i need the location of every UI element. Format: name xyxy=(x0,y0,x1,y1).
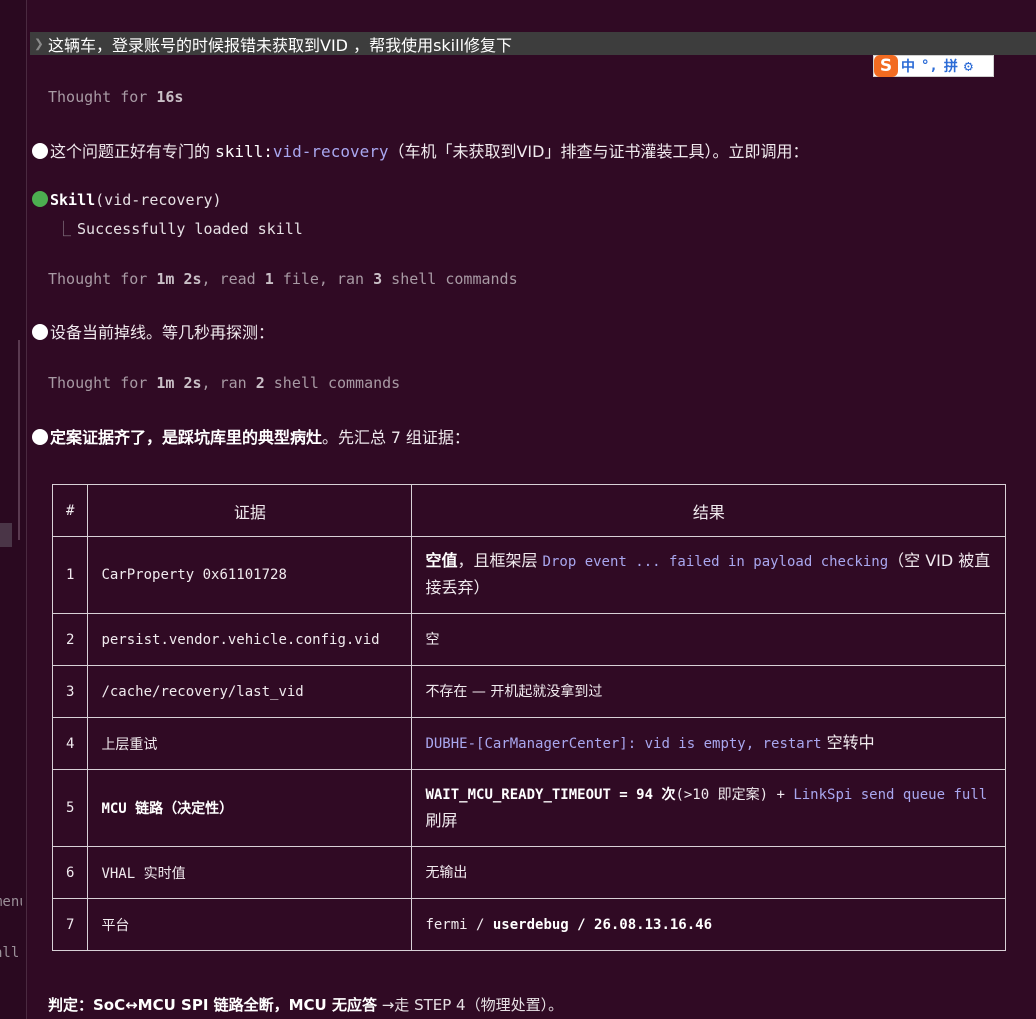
row-num: 4 xyxy=(51,717,89,770)
ime-punctuation-toggle[interactable]: °, xyxy=(918,58,941,74)
row-num: 7 xyxy=(51,898,89,951)
table-row: 7 平台 fermi / userdebug / 26.08.13.16.46 xyxy=(51,898,1007,951)
col-header-result: 结果 xyxy=(411,484,1007,537)
message-bullet-icon xyxy=(32,324,48,340)
row-evidence: persist.vendor.vehicle.config.vid xyxy=(87,613,413,666)
table-row: 3 /cache/recovery/last_vid 不存在 — 开机起就没拿到… xyxy=(51,665,1007,718)
thought-status-3: Thought for 1m 2s, ran 2 shell commands xyxy=(48,374,401,392)
thought-status-1: Thought for 16s xyxy=(48,88,184,106)
row-result: DUBHE-[CarManagerCenter]: vid is empty, … xyxy=(411,717,1007,770)
gutter-selection xyxy=(0,523,12,547)
sogou-logo-icon[interactable]: S xyxy=(874,55,898,77)
row-result: fermi / userdebug / 26.08.13.16.46 xyxy=(411,898,1007,951)
table-row: 5 MCU 链路（决定性） WAIT_MCU_READY_TIMEOUT = 9… xyxy=(51,769,1007,847)
user-prompt-bar: ❯ 这辆车，登录账号的时候报错未获取到VID ，帮我使用skill修复下 xyxy=(30,32,1036,55)
evidence-table: # 证据 结果 1 CarProperty 0x61101728 空值，且框架层… xyxy=(51,484,1007,951)
ime-settings-icon[interactable]: ⚙ xyxy=(961,57,976,75)
row-result: 空值，且框架层 Drop event ... failed in payload… xyxy=(411,536,1007,614)
assistant-message-3: 定案证据齐了，是踩坑库里的典型病灶。先汇总 7 组证据： xyxy=(30,424,470,448)
row-num: 6 xyxy=(51,846,89,899)
gutter-menu-fragment: menu xyxy=(0,894,22,910)
row-result: 空 xyxy=(411,613,1007,666)
gutter-all-fragment: all xyxy=(0,945,20,961)
row-evidence: 上层重试 xyxy=(87,717,413,770)
message-bullet-icon xyxy=(32,143,48,159)
skill-result: ⎿ Successfully loaded skill xyxy=(56,220,303,238)
tool-success-bullet-icon xyxy=(32,191,48,207)
table-header-row: # 证据 结果 xyxy=(51,484,1007,537)
col-header-num: # xyxy=(51,484,89,537)
row-evidence: MCU 链路（决定性） xyxy=(87,769,413,847)
prompt-text: 这辆车，登录账号的时候报错未获取到VID ，帮我使用skill修复下 xyxy=(48,35,513,55)
prompt-chevron-icon: ❯ xyxy=(34,34,44,53)
row-evidence: CarProperty 0x61101728 xyxy=(87,536,413,614)
skill-tool-call: Skill(vid-recovery) xyxy=(30,191,222,209)
row-evidence: 平台 xyxy=(87,898,413,951)
row-evidence: /cache/recovery/last_vid xyxy=(87,665,413,718)
ime-chinese-toggle[interactable]: 中 xyxy=(898,56,918,76)
row-num: 3 xyxy=(51,665,89,718)
row-num: 5 xyxy=(51,769,89,847)
row-result: 不存在 — 开机起就没拿到过 xyxy=(411,665,1007,718)
col-header-evidence: 证据 xyxy=(87,484,413,537)
tree-branch-icon: ⎿ xyxy=(56,220,72,238)
row-num: 1 xyxy=(51,536,89,614)
left-pane-gutter xyxy=(0,0,26,1019)
ime-toolbar[interactable]: S 中 °, 拼 ⚙ xyxy=(873,55,994,77)
assistant-message-2: 设备当前掉线。等几秒再探测： xyxy=(30,319,274,343)
row-result: 无输出 xyxy=(411,846,1007,899)
table-row: 1 CarProperty 0x61101728 空值，且框架层 Drop ev… xyxy=(51,536,1007,614)
table-row: 4 上层重试 DUBHE-[CarManagerCenter]: vid is … xyxy=(51,717,1007,770)
row-num: 2 xyxy=(51,613,89,666)
assistant-message-1: 这个问题正好有专门的 skill:vid-recovery（车机「未获取到VID… xyxy=(30,138,808,162)
table-row: 2 persist.vendor.vehicle.config.vid 空 xyxy=(51,613,1007,666)
table-row: 6 VHAL 实时值 无输出 xyxy=(51,846,1007,899)
pane-divider[interactable] xyxy=(26,0,27,1019)
message-bullet-icon xyxy=(32,429,48,445)
thought-status-2: Thought for 1m 2s, read 1 file, ran 3 sh… xyxy=(48,270,518,288)
row-evidence: VHAL 实时值 xyxy=(87,846,413,899)
gutter-scroll-indicator[interactable] xyxy=(18,340,20,540)
row-result: WAIT_MCU_READY_TIMEOUT = 94 次(>10 即定案) +… xyxy=(411,769,1007,847)
ime-pinyin-toggle[interactable]: 拼 xyxy=(941,56,961,76)
verdict-line: 判定：SoC↔MCU SPI 链路全断，MCU 无应答 →走 STEP 4（物理… xyxy=(48,996,564,1014)
